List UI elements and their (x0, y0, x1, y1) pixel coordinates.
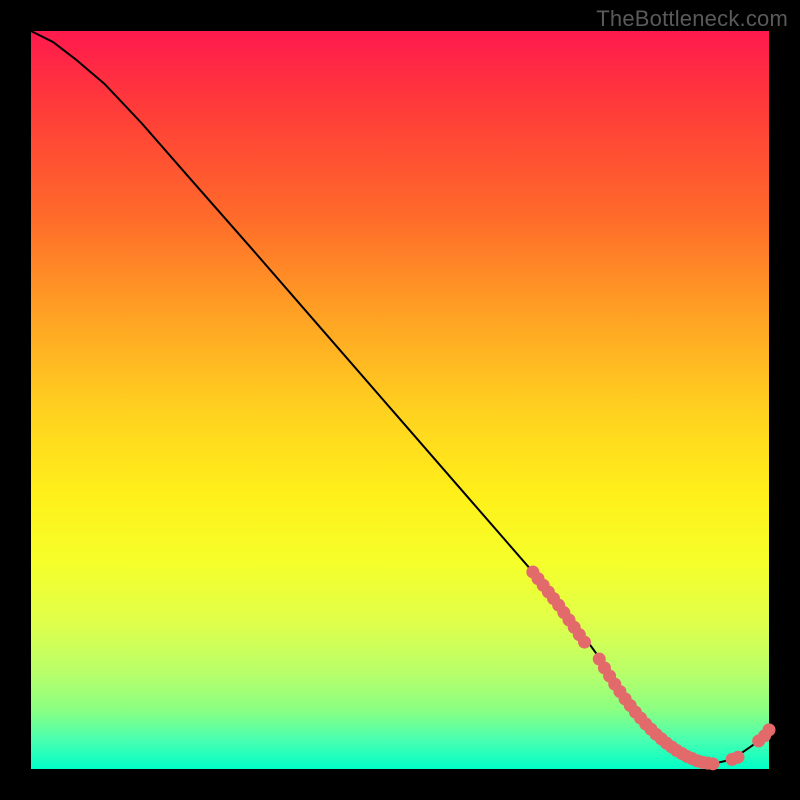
data-marker (732, 751, 745, 764)
bottleneck-curve (31, 31, 769, 765)
plot-area (31, 31, 769, 769)
data-markers (526, 565, 775, 770)
data-marker (578, 636, 591, 649)
chart-frame: TheBottleneck.com (0, 0, 800, 800)
data-marker (706, 757, 719, 770)
chart-svg (31, 31, 769, 769)
watermark-text: TheBottleneck.com (596, 6, 788, 32)
data-marker (763, 723, 776, 736)
